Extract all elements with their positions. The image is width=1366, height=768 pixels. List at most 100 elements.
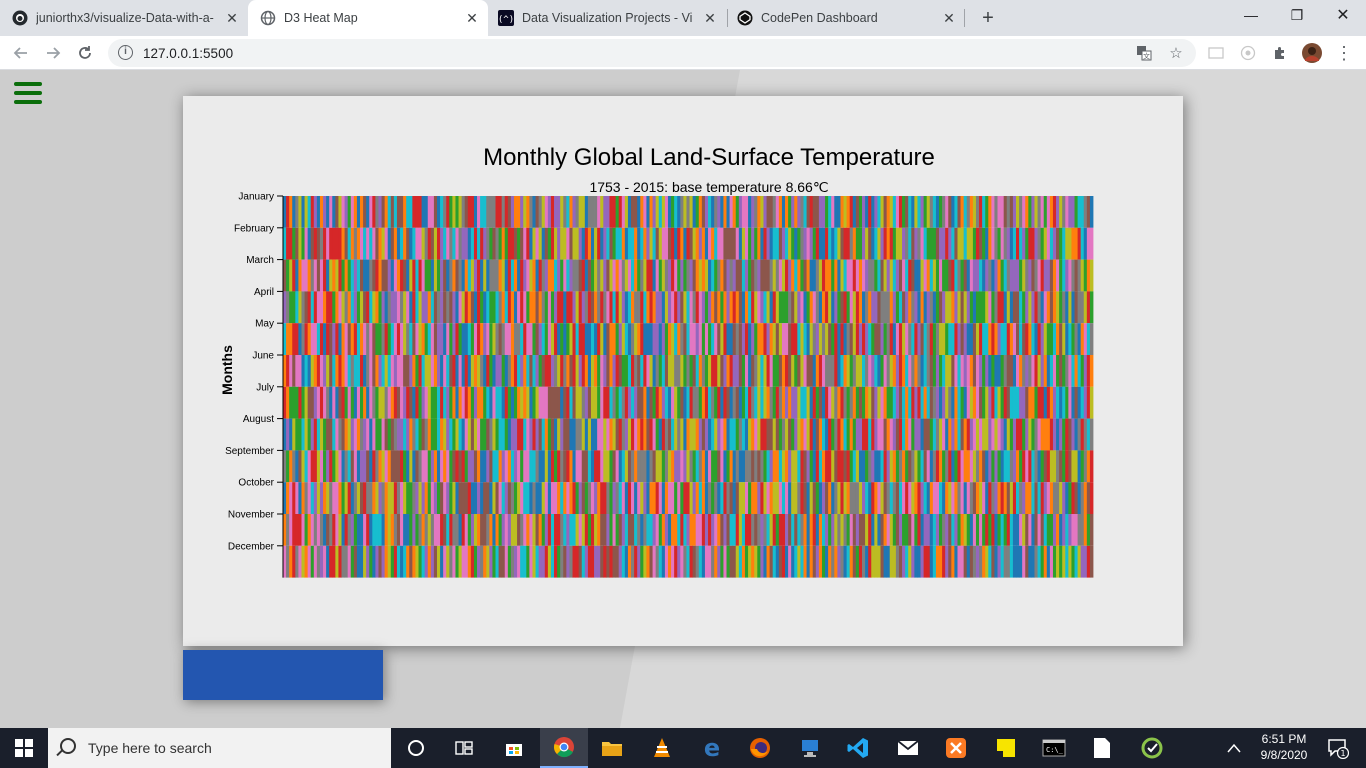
heatmap-cell — [492, 355, 496, 387]
heatmap-cell — [621, 291, 626, 324]
heatmap-cell — [754, 196, 758, 228]
heatmap-cell — [877, 259, 881, 292]
heatmap-cell — [785, 482, 789, 514]
info-icon[interactable]: i — [118, 45, 133, 60]
notepad-icon[interactable] — [1078, 728, 1126, 768]
heatmap-cell — [470, 482, 475, 514]
heatmap-cell — [378, 355, 382, 387]
forward-button[interactable] — [40, 40, 66, 66]
system-clock[interactable]: 6:51 PM 9/8/2020 — [1254, 731, 1314, 763]
heatmap-cell — [492, 291, 496, 324]
heatmap-cell — [609, 418, 613, 451]
heatmap-cell — [1049, 259, 1054, 292]
profile-avatar-icon[interactable] — [1302, 43, 1322, 63]
hamburger-menu-icon[interactable] — [10, 78, 46, 108]
heatmap-cell — [880, 323, 884, 355]
back-button[interactable] — [8, 40, 34, 66]
notification-center-icon[interactable]: 1 — [1318, 728, 1358, 768]
heatmap-cell — [369, 482, 373, 514]
heatmap-cell — [1031, 291, 1035, 324]
file-explorer-icon[interactable] — [588, 728, 636, 768]
menu-kebab-icon[interactable]: ⋮ — [1334, 43, 1354, 63]
heatmap-cell — [954, 259, 958, 292]
heatmap-cell — [301, 323, 305, 355]
heatmap-cell — [504, 323, 509, 355]
cortana-icon[interactable] — [392, 728, 440, 768]
heatmap-cell — [446, 227, 450, 260]
close-icon[interactable]: ✕ — [702, 10, 718, 26]
heatmap-cell — [477, 259, 481, 292]
firefox-icon[interactable] — [736, 728, 784, 768]
heatmap-cell — [415, 291, 419, 324]
edge-icon[interactable]: e — [688, 728, 736, 768]
chevron-up-icon[interactable] — [1214, 728, 1254, 768]
heatmap-cell — [683, 227, 687, 260]
extensions-puzzle-icon[interactable] — [1270, 43, 1290, 63]
heatmap-cell — [714, 291, 718, 324]
heatmap-cell — [741, 450, 746, 483]
store-icon[interactable] — [490, 728, 538, 768]
translate-icon[interactable]: 文 — [1134, 43, 1154, 63]
taskbar: Type here to search e C:\_ 6:51 PM 9/8/2… — [0, 728, 1366, 768]
new-tab-button[interactable]: + — [976, 6, 1000, 30]
sticky-notes-icon[interactable] — [982, 728, 1030, 768]
tab-d3-heat-map[interactable]: D3 Heat Map ✕ — [248, 0, 488, 36]
vlc-icon[interactable] — [638, 728, 686, 768]
heatmap-cell — [430, 514, 435, 546]
taskbar-search[interactable]: Type here to search — [48, 728, 391, 768]
heatmap-cell — [920, 418, 925, 451]
close-icon[interactable]: ✕ — [464, 10, 480, 26]
restore-button[interactable]: ❐ — [1274, 0, 1320, 30]
heatmap-cell — [846, 355, 851, 387]
heatmap-cell — [852, 545, 857, 578]
vscode-icon[interactable] — [834, 728, 882, 768]
close-icon[interactable]: ✕ — [941, 10, 957, 26]
heatmap-cell — [661, 418, 666, 451]
heatmap-cell — [473, 545, 478, 578]
start-button[interactable] — [0, 728, 48, 768]
app-icon[interactable] — [1128, 728, 1176, 768]
heatmap-cell — [775, 291, 780, 324]
heatmap-cell — [738, 323, 743, 355]
mail-icon[interactable] — [884, 728, 932, 768]
terminal-icon[interactable]: C:\_ — [1030, 728, 1078, 768]
heatmap-cell — [948, 291, 952, 324]
heatmap-cell — [486, 482, 490, 514]
close-icon[interactable]: ✕ — [224, 10, 240, 26]
xampp-icon[interactable] — [932, 728, 980, 768]
heatmap-cell — [477, 482, 481, 514]
address-bar[interactable]: i 127.0.0.1:5500 文 ☆ — [108, 39, 1196, 67]
heatmap-cell — [889, 323, 894, 355]
remote-desktop-icon[interactable] — [786, 728, 834, 768]
heatmap-cell — [661, 355, 666, 387]
heatmap-cell — [501, 323, 506, 355]
window-close-button[interactable]: ✕ — [1320, 0, 1366, 30]
heatmap-cell — [356, 386, 361, 419]
heatmap-cell — [486, 196, 490, 228]
heatmap-cell — [587, 259, 592, 292]
reload-button[interactable] — [72, 40, 98, 66]
heatmap-cell — [1043, 227, 1048, 260]
heatmap-cell — [806, 386, 811, 419]
heatmap-cell — [372, 418, 376, 451]
task-view-icon[interactable] — [440, 728, 488, 768]
heatmap-cell — [902, 545, 906, 578]
bookmark-star-icon[interactable]: ☆ — [1166, 43, 1186, 63]
heatmap-cell — [400, 291, 404, 324]
heatmap-cell — [649, 323, 653, 355]
extension-circle-icon[interactable] — [1238, 43, 1258, 63]
extension-placeholder-icon[interactable] — [1206, 43, 1226, 63]
tab-github[interactable]: juniorthx3/visualize-Data-with-a- ✕ — [12, 0, 248, 36]
chrome-icon[interactable] — [540, 728, 588, 768]
tab-fcc-projects[interactable]: (^) Data Visualization Projects - Visu ✕ — [498, 0, 726, 36]
heatmap-cell — [843, 386, 848, 419]
minimize-button[interactable]: — — [1228, 0, 1274, 30]
heatmap-cell — [794, 196, 798, 228]
heatmap-cell — [538, 482, 543, 514]
tab-codepen[interactable]: CodePen Dashboard ✕ — [737, 0, 965, 36]
heatmap-cell — [1071, 386, 1075, 419]
heatmap-cell — [492, 196, 496, 228]
heatmap-cell — [994, 386, 998, 419]
heatmap-cell — [960, 514, 965, 546]
heatmap-cell — [1016, 386, 1020, 419]
